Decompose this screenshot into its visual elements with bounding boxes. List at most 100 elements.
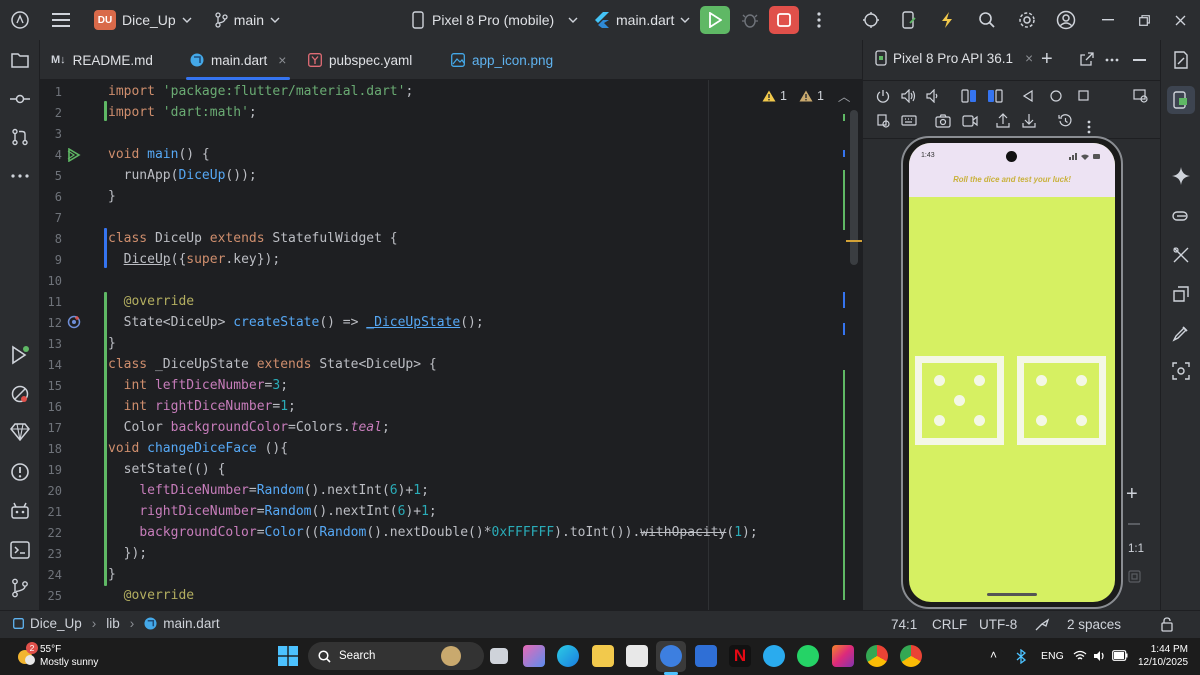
run-config-selector[interactable]: main.dart [594,0,690,40]
battery-icon[interactable] [1112,650,1128,661]
mail-icon[interactable] [695,645,717,667]
device-manager-icon[interactable] [896,0,922,40]
more-tools-icon[interactable] [8,164,32,188]
power-icon[interactable] [876,89,890,103]
download-icon[interactable] [1022,113,1036,128]
zoom-actual-size-button[interactable]: 1:1 [1128,543,1144,555]
back-icon[interactable] [1023,90,1033,102]
plugins-icon[interactable] [858,0,884,40]
close-window-icon[interactable] [1168,0,1192,40]
volume-up-icon[interactable] [901,89,916,103]
inspection-widget[interactable]: 1 1 ︿ ﹀ [762,86,862,105]
chrome-icon[interactable] [866,645,888,667]
tab-app-icon[interactable]: app_icon.png [451,40,553,80]
zoom-fit-icon[interactable] [1128,570,1141,583]
telegram-icon[interactable] [763,645,785,667]
tab-emulator[interactable]: Pixel 8 Pro API 36.1 × [875,50,1033,66]
dart-devtools-icon[interactable] [8,420,32,444]
override-gutter-icon[interactable] [67,315,81,329]
tab-pubspec[interactable]: pubspec.yaml [308,40,412,80]
more-options-icon[interactable] [1105,58,1119,62]
chevron-up-icon[interactable]: ︿ [838,86,851,105]
more-options-icon[interactable] [1087,120,1091,134]
close-icon[interactable]: × [278,52,286,68]
minimize-window-icon[interactable] [1096,0,1120,40]
zoom-in-button[interactable]: + [1126,483,1138,506]
screen-record-icon[interactable] [962,114,978,128]
tab-readme[interactable]: M↓ README.md [51,40,153,80]
branch-selector[interactable]: main [204,0,290,40]
stop-button[interactable] [769,6,799,34]
instagram-icon[interactable] [832,645,854,667]
bluetooth-icon[interactable] [1016,649,1026,664]
keyboard-icon[interactable] [901,114,917,128]
hide-panel-icon[interactable] [1133,59,1146,61]
layout-inspector-icon[interactable] [877,114,890,128]
right-dice[interactable] [1017,356,1106,445]
wifi-icon[interactable] [1073,650,1087,661]
pull-requests-icon[interactable] [8,125,32,149]
app-logo-icon[interactable] [0,0,40,40]
breadcrumb-item[interactable]: lib [106,616,120,631]
left-dice[interactable] [915,356,1004,445]
speaker-icon[interactable] [1093,650,1107,662]
rotate-left-icon[interactable] [961,89,977,103]
tab-main-dart[interactable]: main.dart × [185,40,291,80]
taskbar-search[interactable]: Search [308,642,484,670]
screenshot-camera-icon[interactable] [935,114,951,128]
android-studio-icon[interactable] [660,645,682,667]
debug-button[interactable] [736,0,764,40]
account-icon[interactable] [1053,0,1079,40]
lock-icon[interactable] [1161,617,1173,632]
file-explorer-icon[interactable] [592,645,614,667]
notifications-icon[interactable] [1169,48,1193,72]
whatsapp-icon[interactable] [797,645,819,667]
breadcrumb-item[interactable]: Dice_Up [30,616,82,631]
running-devices-icon[interactable] [1167,86,1195,114]
ai-assist-icon[interactable] [1034,618,1050,632]
run-gutter-icon[interactable] [67,148,81,162]
upload-icon[interactable] [996,113,1010,128]
code-editor[interactable]: 1 1 ︿ ﹀ 12345678910111213141516171819202… [40,80,862,610]
add-device-icon[interactable]: + [1041,48,1053,71]
problems-icon[interactable] [8,460,32,484]
microsoft-store-icon[interactable] [626,645,648,667]
taskbar-clock[interactable]: 1:44 PM 12/10/2025 [1138,643,1188,669]
edge-browser-icon[interactable] [557,645,579,667]
line-ending[interactable]: CRLF [932,617,967,632]
main-menu-icon[interactable] [40,0,82,40]
weather-widget[interactable]: 2 [14,642,38,668]
resource-manager-icon[interactable] [1169,282,1193,306]
windows-start-icon[interactable] [278,646,298,666]
color-picker-icon[interactable] [1169,321,1193,345]
project-folder-icon[interactable] [8,48,32,72]
settings-gear-icon[interactable] [1014,0,1040,40]
commit-icon[interactable] [8,87,32,111]
layout-validation-icon[interactable] [1169,359,1193,383]
project-selector[interactable]: DU Dice_Up [82,0,204,40]
chrome-profile-icon[interactable] [900,645,922,667]
language-indicator[interactable]: ENG [1041,650,1064,662]
run-button[interactable] [700,6,730,34]
close-icon[interactable]: × [1025,51,1033,66]
copilot-icon[interactable] [523,645,545,667]
device-explorer-icon[interactable] [1169,204,1193,228]
rotate-right-icon[interactable] [987,89,1003,103]
zoom-out-button[interactable] [1128,523,1140,525]
home-icon[interactable] [1050,90,1062,102]
weather-text[interactable]: 55°F Mostly sunny [40,643,98,669]
device-mirroring-icon[interactable] [1133,89,1148,103]
app-inspection-icon[interactable] [8,499,32,523]
netflix-icon[interactable]: N [729,645,751,667]
gemini-icon[interactable] [1169,164,1193,188]
version-control-icon[interactable] [8,576,32,600]
restore-window-icon[interactable] [1132,0,1156,40]
hot-reload-icon[interactable] [934,0,960,40]
snapshot-history-icon[interactable] [1058,113,1073,128]
indent-setting[interactable]: 2 spaces [1067,617,1121,632]
caret-position[interactable]: 74:1 [891,617,917,632]
phone-screen[interactable]: 1:43 Roll the dice and test your luck! [909,143,1115,602]
more-actions-icon[interactable] [808,0,830,40]
volume-down-icon[interactable] [926,89,939,103]
device-selector[interactable]: Pixel 8 Pro (mobile) [412,0,578,40]
